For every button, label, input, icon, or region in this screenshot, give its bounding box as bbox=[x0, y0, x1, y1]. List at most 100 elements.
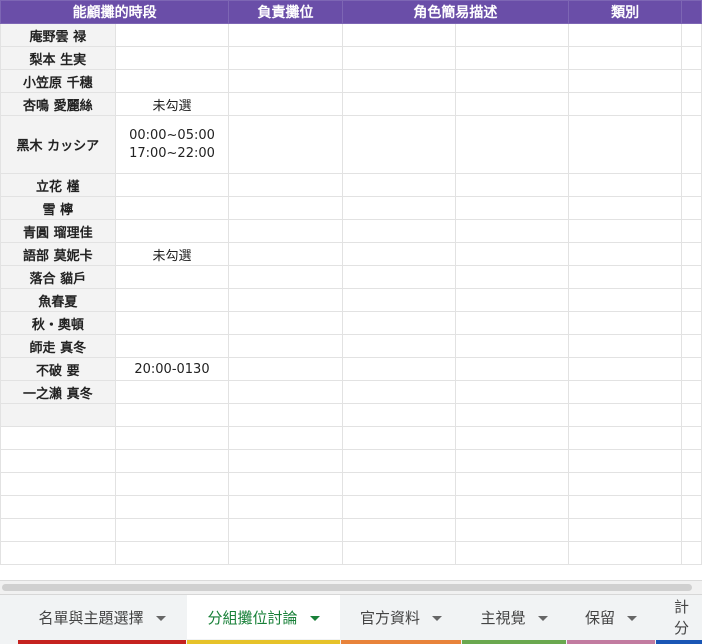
empty-cell[interactable] bbox=[114, 403, 230, 427]
time-slot-cell[interactable]: 未勾選 bbox=[114, 242, 230, 266]
empty-cell[interactable] bbox=[681, 265, 702, 289]
empty-cell[interactable] bbox=[681, 357, 702, 381]
character-name-cell[interactable]: 魚春夏 bbox=[0, 288, 116, 312]
character-name-cell[interactable]: 梨本 生実 bbox=[0, 46, 116, 70]
character-name-cell[interactable]: 落合 貓戶 bbox=[0, 265, 116, 289]
empty-cell[interactable] bbox=[341, 92, 456, 116]
empty-cell[interactable] bbox=[228, 426, 343, 450]
header-cell-category[interactable]: 類別 bbox=[568, 0, 683, 24]
empty-cell[interactable] bbox=[568, 46, 683, 70]
empty-cell[interactable] bbox=[454, 196, 570, 220]
empty-cell[interactable] bbox=[228, 495, 343, 519]
empty-cell[interactable] bbox=[454, 380, 570, 404]
character-name-cell[interactable]: 庵野雲 禄 bbox=[0, 23, 116, 47]
empty-cell[interactable] bbox=[228, 196, 343, 220]
sheet-tab[interactable]: 分組攤位討論 bbox=[187, 595, 340, 644]
empty-cell[interactable] bbox=[568, 265, 683, 289]
empty-cell[interactable] bbox=[341, 403, 456, 427]
time-slot-cell[interactable] bbox=[114, 23, 230, 47]
empty-cell[interactable] bbox=[228, 92, 343, 116]
empty-cell[interactable] bbox=[341, 23, 456, 47]
empty-cell[interactable] bbox=[681, 92, 702, 116]
empty-cell[interactable] bbox=[681, 46, 702, 70]
empty-cell[interactable] bbox=[341, 426, 456, 450]
empty-cell[interactable] bbox=[681, 449, 702, 473]
empty-cell[interactable] bbox=[228, 242, 343, 266]
empty-cell[interactable] bbox=[568, 541, 683, 565]
sheet-tab[interactable]: 保留 bbox=[567, 595, 655, 644]
time-slot-cell[interactable]: 00:00~05:00 17:00~22:00 bbox=[114, 115, 230, 174]
time-slot-cell[interactable]: 未勾選 bbox=[114, 92, 230, 116]
empty-cell[interactable] bbox=[681, 334, 702, 358]
empty-cell[interactable] bbox=[568, 69, 683, 93]
empty-cell[interactable] bbox=[681, 173, 702, 197]
character-name-cell[interactable]: 雪 檸 bbox=[0, 196, 116, 220]
empty-cell[interactable] bbox=[114, 472, 230, 496]
empty-cell[interactable] bbox=[0, 472, 116, 496]
empty-cell[interactable] bbox=[341, 196, 456, 220]
empty-cell[interactable] bbox=[228, 518, 343, 542]
time-slot-cell[interactable] bbox=[114, 380, 230, 404]
empty-cell[interactable] bbox=[341, 173, 456, 197]
empty-cell[interactable] bbox=[454, 115, 570, 174]
empty-cell[interactable] bbox=[568, 92, 683, 116]
empty-cell[interactable] bbox=[568, 518, 683, 542]
empty-cell[interactable] bbox=[341, 334, 456, 358]
empty-cell[interactable] bbox=[568, 242, 683, 266]
time-slot-cell[interactable] bbox=[114, 196, 230, 220]
empty-cell[interactable] bbox=[228, 115, 343, 174]
chevron-down-icon[interactable] bbox=[627, 615, 637, 621]
empty-cell[interactable] bbox=[0, 426, 116, 450]
empty-cell[interactable] bbox=[228, 334, 343, 358]
empty-cell[interactable] bbox=[568, 115, 683, 174]
empty-cell[interactable] bbox=[681, 426, 702, 450]
empty-cell[interactable] bbox=[454, 541, 570, 565]
time-slot-cell[interactable] bbox=[114, 334, 230, 358]
character-name-cell[interactable]: 一之瀨 真冬 bbox=[0, 380, 116, 404]
empty-cell[interactable] bbox=[681, 69, 702, 93]
time-slot-cell[interactable] bbox=[114, 219, 230, 243]
empty-cell[interactable] bbox=[228, 311, 343, 335]
empty-cell[interactable] bbox=[454, 46, 570, 70]
empty-cell[interactable] bbox=[228, 23, 343, 47]
character-name-cell[interactable]: 青圓 瑠理佳 bbox=[0, 219, 116, 243]
empty-cell[interactable] bbox=[454, 518, 570, 542]
empty-cell[interactable] bbox=[454, 311, 570, 335]
sheet-tab[interactable]: 計分 bbox=[656, 595, 702, 644]
empty-cell[interactable] bbox=[568, 219, 683, 243]
empty-cell[interactable] bbox=[568, 495, 683, 519]
empty-cell[interactable] bbox=[341, 311, 456, 335]
empty-cell[interactable] bbox=[0, 541, 116, 565]
empty-cell[interactable] bbox=[228, 69, 343, 93]
empty-cell[interactable] bbox=[568, 334, 683, 358]
empty-cell[interactable] bbox=[681, 23, 702, 47]
empty-cell[interactable] bbox=[341, 541, 456, 565]
empty-cell[interactable] bbox=[228, 288, 343, 312]
empty-cell[interactable] bbox=[568, 449, 683, 473]
empty-cell[interactable] bbox=[228, 403, 343, 427]
empty-cell[interactable] bbox=[681, 219, 702, 243]
empty-cell[interactable] bbox=[341, 495, 456, 519]
horizontal-scrollbar[interactable] bbox=[0, 580, 702, 595]
empty-cell[interactable] bbox=[341, 265, 456, 289]
header-cell-booth[interactable]: 負責攤位 bbox=[228, 0, 343, 24]
empty-cell[interactable] bbox=[454, 23, 570, 47]
empty-cell[interactable] bbox=[454, 357, 570, 381]
time-slot-cell[interactable]: 20:00-0130 bbox=[114, 357, 230, 381]
empty-cell[interactable] bbox=[341, 242, 456, 266]
empty-cell[interactable] bbox=[454, 426, 570, 450]
empty-cell[interactable] bbox=[568, 23, 683, 47]
empty-cell[interactable] bbox=[568, 357, 683, 381]
chevron-down-icon[interactable] bbox=[309, 615, 320, 621]
scrollbar-thumb[interactable] bbox=[2, 584, 692, 591]
empty-cell[interactable] bbox=[568, 311, 683, 335]
time-slot-cell[interactable] bbox=[114, 69, 230, 93]
empty-cell[interactable] bbox=[454, 173, 570, 197]
empty-cell[interactable] bbox=[568, 288, 683, 312]
empty-cell[interactable] bbox=[681, 242, 702, 266]
empty-cell[interactable] bbox=[341, 115, 456, 174]
empty-cell[interactable] bbox=[681, 380, 702, 404]
empty-cell[interactable] bbox=[341, 380, 456, 404]
empty-cell[interactable] bbox=[454, 219, 570, 243]
empty-cell[interactable] bbox=[568, 173, 683, 197]
